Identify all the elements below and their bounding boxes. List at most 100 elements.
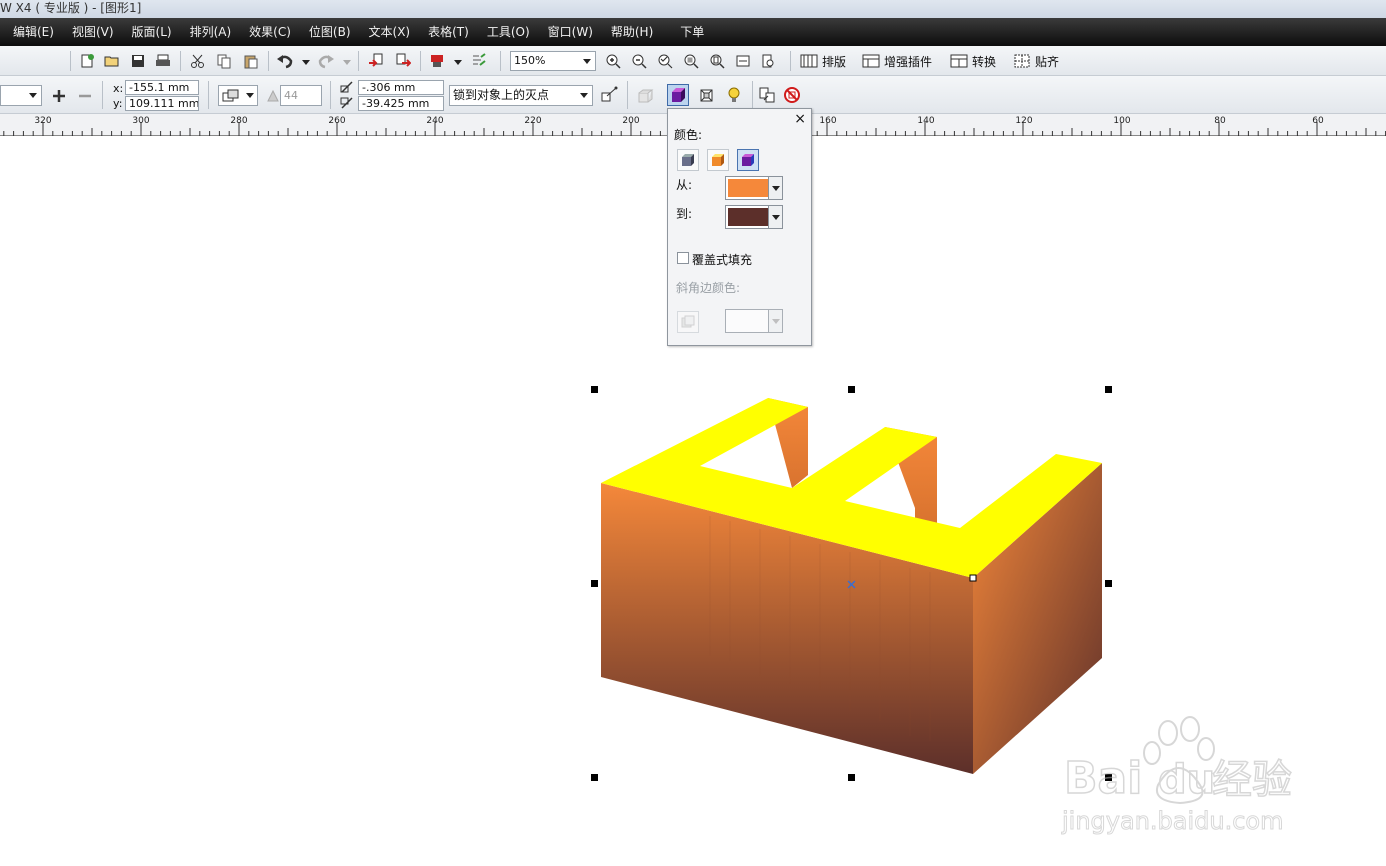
menu-window[interactable]: 窗口(W) [539,18,602,46]
toolbar-separator [420,51,421,71]
zoom-selected-button[interactable] [654,50,676,72]
selection-handle-n[interactable] [848,386,855,393]
selection-handle-sw[interactable] [591,774,598,781]
vanishing-point-x-input[interactable]: -.306 mm [358,80,444,95]
save-button[interactable] [127,50,149,72]
vanishing-point-icon [601,86,618,102]
add-preset-button[interactable] [48,85,70,107]
baidu-jingyan-watermark: Bai du 经验 jingyan.baidu.com [1060,715,1320,845]
menu-edit[interactable]: 编辑(E) [0,18,63,46]
use-extrude-color-button[interactable] [677,311,699,333]
selection-handle-nw[interactable] [591,386,598,393]
bevel-button[interactable] [696,84,718,106]
menu-text[interactable]: 文本(X) [360,18,420,46]
zoom-out-icon [632,54,647,69]
ruler-label: 160 [819,116,837,126]
vanishing-handle[interactable] [969,574,977,582]
redo-dropdown-icon[interactable] [343,60,351,65]
options-button[interactable] [468,50,490,72]
print-button[interactable] [152,50,174,72]
preset-select[interactable] [0,85,42,106]
menu-table[interactable]: 表格(T) [419,18,478,46]
zoom-level-select[interactable]: 150% [510,51,596,71]
y-label: y: [113,97,123,110]
ruler-label: 260 [328,116,346,126]
extrude-rotation-icon [638,89,654,103]
selection-handle-w[interactable] [591,580,598,587]
menu-layout[interactable]: 版面(L) [123,18,181,46]
enhanced-plugin-button[interactable]: 增强插件 [862,50,932,72]
export-button[interactable] [392,50,414,72]
use-solid-color-button[interactable] [707,149,729,171]
selection-handle-e[interactable] [1105,580,1112,587]
clear-extrude-icon [784,87,800,103]
vanishing-point-y-input[interactable]: -39.425 mm [358,96,444,111]
menu-arrange[interactable]: 排列(A) [181,18,241,46]
redo-button[interactable] [315,50,337,72]
zoom-in-button[interactable] [602,50,624,72]
extrusion-color-button[interactable] [667,84,689,106]
application-launcher-button[interactable] [426,50,448,72]
menu-order[interactable]: 下单 [662,18,713,46]
menu-tools[interactable]: 工具(O) [478,18,539,46]
use-color-shading-button[interactable] [737,149,759,171]
to-color-picker[interactable] [725,205,783,229]
toolbar-separator [790,51,791,71]
from-color-dropdown[interactable] [768,177,782,199]
typesetting-button[interactable]: 排版 [800,50,846,72]
paste-button[interactable] [240,50,262,72]
zoom-page-height-button[interactable] [757,50,779,72]
zoom-page-width-button[interactable] [732,50,754,72]
copy-extrude-properties-button[interactable] [756,84,778,106]
depth-input[interactable]: 44 [280,85,322,106]
toolbar-separator [627,81,628,109]
zoom-all-button[interactable] [680,50,702,72]
ruler-label: 60 [1312,116,1324,126]
x-position-input[interactable]: -155.1 mm [125,80,199,95]
selection-handle-s[interactable] [848,774,855,781]
bevel-color-picker[interactable] [725,309,783,333]
use-object-fill-button[interactable] [677,149,699,171]
new-document-icon [81,54,94,68]
close-panel-button[interactable]: × [794,111,806,127]
menu-bitmaps[interactable]: 位图(B) [300,18,360,46]
undo-dropdown-icon[interactable] [302,60,310,65]
open-button[interactable] [101,50,123,72]
extrude-rotation-button[interactable] [634,85,656,107]
bevel-icon [700,89,713,102]
standard-toolbar: 150% 排版 增强插件 转换 贴齐 [0,46,1386,76]
zoom-out-button[interactable] [628,50,650,72]
extrusion-type-dropdown-icon [246,93,254,98]
y-position-input[interactable]: 109.111 mm [125,96,199,111]
vanishing-point-y-icon [340,97,353,109]
snap-button[interactable]: 贴齐 [1013,50,1059,72]
new-document-button[interactable] [76,50,98,72]
bevel-color-dropdown[interactable] [768,310,782,332]
zoom-page-button[interactable] [706,50,728,72]
bevel-color-swatch [728,312,768,330]
from-color-picker[interactable] [725,176,783,200]
import-button[interactable] [365,50,387,72]
convert-button[interactable]: 转换 [950,50,996,72]
menu-view[interactable]: 视图(V) [63,18,123,46]
extrusion-type-select[interactable] [218,85,258,106]
undo-button[interactable] [274,50,296,72]
scissors-icon [191,54,204,68]
menu-help[interactable]: 帮助(H) [602,18,662,46]
copy-button[interactable] [213,50,235,72]
launcher-dropdown-icon[interactable] [454,60,462,65]
vanishing-point-relative-button[interactable] [598,84,620,106]
cut-button[interactable] [187,50,209,72]
menu-effects[interactable]: 效果(C) [240,18,300,46]
toolbar-separator [330,81,331,109]
to-color-dropdown[interactable] [768,206,782,228]
lighting-button[interactable] [723,84,745,106]
vanishing-point-lock-select[interactable]: 锁到对象上的灭点 [449,85,593,106]
remove-preset-button[interactable] [74,85,96,107]
overlay-fill-checkbox[interactable] [677,252,689,264]
plus-icon [53,90,65,102]
ruler-label: 240 [426,116,444,126]
paste-icon [244,55,258,69]
selection-handle-ne[interactable] [1105,386,1112,393]
clear-extrude-button[interactable] [781,84,803,106]
